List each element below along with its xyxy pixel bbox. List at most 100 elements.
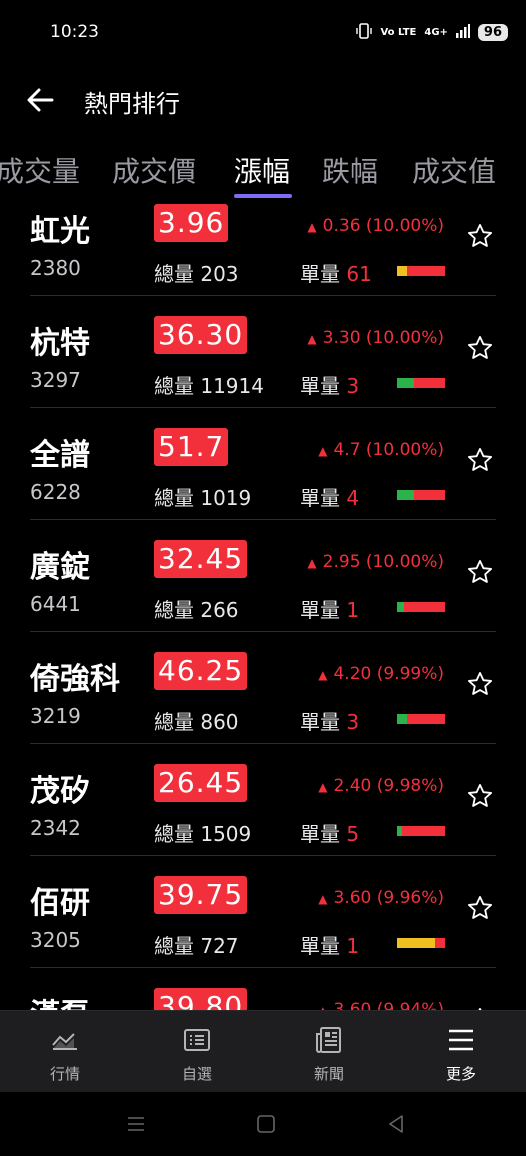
ratio-segment-left bbox=[397, 714, 407, 724]
ratio-segment-right bbox=[413, 378, 445, 388]
price-change: ▲ 0.36 (10.00%) bbox=[307, 216, 444, 236]
star-icon[interactable] bbox=[466, 558, 494, 586]
status-time: 10:23 bbox=[50, 22, 99, 42]
total-volume: 總量 266 bbox=[154, 594, 239, 623]
nav-item-watchlist[interactable]: 自選 bbox=[152, 1011, 242, 1093]
up-triangle-icon: ▲ bbox=[318, 892, 328, 906]
buy-sell-ratio-bar bbox=[397, 714, 445, 724]
active-tab-indicator bbox=[234, 194, 292, 198]
unit-volume-label: 單量 bbox=[300, 822, 340, 846]
unit-volume: 單量 5 bbox=[300, 818, 359, 847]
stock-list: 虹光 2380 3.96 ▲ 0.36 (10.00%) 總量 203 單量 61… bbox=[0, 200, 526, 1010]
total-volume-label: 總量 bbox=[154, 598, 194, 622]
ratio-segment-right bbox=[413, 490, 445, 500]
total-volume-value: 727 bbox=[200, 934, 239, 958]
status-icons: Vo LTE 4G+ 96 bbox=[356, 22, 508, 43]
unit-volume: 單量 61 bbox=[300, 258, 372, 287]
total-volume-label: 總量 bbox=[154, 486, 194, 510]
total-volume-label: 總量 bbox=[154, 710, 194, 734]
total-volume-value: 203 bbox=[200, 262, 239, 286]
nav-item-more[interactable]: 更多 bbox=[416, 1011, 506, 1093]
star-icon[interactable] bbox=[466, 782, 494, 810]
star-icon[interactable] bbox=[466, 670, 494, 698]
star-icon[interactable] bbox=[466, 222, 494, 250]
stock-row[interactable]: 佰研 3205 39.75 ▲ 3.60 (9.96%) 總量 727 單量 1 bbox=[0, 856, 526, 968]
unit-volume-label: 單量 bbox=[300, 934, 340, 958]
unit-volume-value: 4 bbox=[346, 486, 360, 510]
star-icon[interactable] bbox=[466, 894, 494, 922]
buy-sell-ratio-bar bbox=[397, 826, 445, 836]
ratio-segment-right bbox=[401, 826, 445, 836]
tab-volume[interactable]: 成交量 bbox=[0, 150, 80, 190]
home-icon bbox=[257, 1115, 275, 1133]
stock-price: 51.7 bbox=[154, 428, 229, 466]
stock-row[interactable]: 漢磊 39.80 ▲3.60 (9.94%) bbox=[0, 968, 526, 1010]
recents-icon bbox=[128, 1117, 144, 1131]
total-volume-value: 266 bbox=[200, 598, 239, 622]
unit-volume-value: 3 bbox=[346, 710, 360, 734]
network-indicator: 4G+ bbox=[424, 26, 448, 38]
stock-row[interactable]: 全譜 6228 51.7 ▲ 4.7 (10.00%) 總量 1019 單量 4 bbox=[0, 408, 526, 520]
price-change-value: 3.60 (9.94%) bbox=[333, 1000, 444, 1010]
total-volume: 總量 11914 bbox=[154, 370, 264, 399]
stock-code: 3297 bbox=[30, 368, 81, 392]
total-volume: 總量 860 bbox=[154, 706, 239, 735]
list-card-icon bbox=[184, 1029, 210, 1051]
total-volume: 總量 1509 bbox=[154, 818, 251, 847]
unit-volume: 單量 1 bbox=[300, 594, 359, 623]
tab-price[interactable]: 成交價 bbox=[112, 150, 196, 190]
price-change-value: 4.20 (9.99%) bbox=[333, 664, 444, 684]
vibrate-icon bbox=[356, 22, 373, 43]
stock-code: 2342 bbox=[30, 816, 81, 840]
price-change: ▲ 3.60 (9.96%) bbox=[318, 888, 444, 908]
home-button[interactable] bbox=[254, 1112, 278, 1136]
unit-volume-label: 單量 bbox=[300, 374, 340, 398]
total-volume-label: 總量 bbox=[154, 934, 194, 958]
newspaper-icon bbox=[316, 1027, 341, 1053]
stock-row[interactable]: 廣錠 6441 32.45 ▲ 2.95 (10.00%) 總量 266 單量 1 bbox=[0, 520, 526, 632]
back-triangle-icon bbox=[389, 1115, 403, 1133]
ratio-segment-left bbox=[397, 490, 414, 500]
unit-volume-label: 單量 bbox=[300, 710, 340, 734]
up-triangle-icon: ▲ bbox=[318, 780, 328, 794]
app-header: 熱門排行 bbox=[0, 66, 526, 134]
stock-row[interactable]: 茂矽 2342 26.45 ▲ 2.40 (9.98%) 總量 1509 單量 5 bbox=[0, 744, 526, 856]
tab-losers[interactable]: 跌幅 bbox=[322, 150, 378, 190]
ratio-segment-left bbox=[397, 266, 407, 276]
total-volume: 總量 1019 bbox=[154, 482, 251, 511]
stock-code: 6441 bbox=[30, 592, 81, 616]
system-nav-bar bbox=[0, 1092, 526, 1156]
price-change-value: 2.95 (10.00%) bbox=[322, 552, 444, 572]
ratio-segment-left bbox=[397, 378, 414, 388]
nav-item-news[interactable]: 新聞 bbox=[284, 1011, 374, 1093]
menu-icon bbox=[449, 1029, 473, 1051]
ratio-segment-right bbox=[406, 714, 445, 724]
stock-price: 26.45 bbox=[154, 764, 248, 802]
stock-row[interactable]: 倚強科 3219 46.25 ▲ 4.20 (9.99%) 總量 860 單量 3 bbox=[0, 632, 526, 744]
stock-code: 3219 bbox=[30, 704, 81, 728]
stock-row[interactable]: 杭特 3297 36.30 ▲ 3.30 (10.00%) 總量 11914 單量… bbox=[0, 296, 526, 408]
total-volume-label: 總量 bbox=[154, 262, 194, 286]
stock-name: 茂矽 bbox=[30, 774, 90, 809]
stock-price: 39.80 bbox=[154, 988, 248, 1010]
stock-row[interactable]: 虹光 2380 3.96 ▲ 0.36 (10.00%) 總量 203 單量 61 bbox=[0, 200, 526, 296]
tab-gainers[interactable]: 漲幅 bbox=[234, 150, 290, 190]
unit-volume-value: 1 bbox=[346, 934, 360, 958]
unit-volume-label: 單量 bbox=[300, 262, 340, 286]
star-icon[interactable] bbox=[466, 334, 494, 362]
total-volume-label: 總量 bbox=[154, 822, 194, 846]
status-bar: 10:23 Vo LTE 4G+ 96 bbox=[0, 0, 526, 66]
ratio-segment-right bbox=[435, 938, 445, 948]
bottom-nav: 行情 自選 新聞 更多 bbox=[0, 1010, 526, 1092]
recent-apps-button[interactable] bbox=[124, 1112, 148, 1136]
stock-name: 全譜 bbox=[30, 438, 90, 473]
star-icon[interactable] bbox=[466, 446, 494, 474]
back-nav-button[interactable] bbox=[384, 1112, 408, 1136]
price-change: ▲ 2.95 (10.00%) bbox=[307, 552, 444, 572]
arrow-left-icon bbox=[27, 88, 54, 112]
tab-turnover[interactable]: 成交值 bbox=[412, 150, 496, 190]
nav-item-market[interactable]: 行情 bbox=[20, 1011, 110, 1093]
buy-sell-ratio-bar bbox=[397, 938, 445, 948]
back-button[interactable] bbox=[22, 82, 62, 118]
nav-label: 自選 bbox=[181, 1065, 212, 1083]
